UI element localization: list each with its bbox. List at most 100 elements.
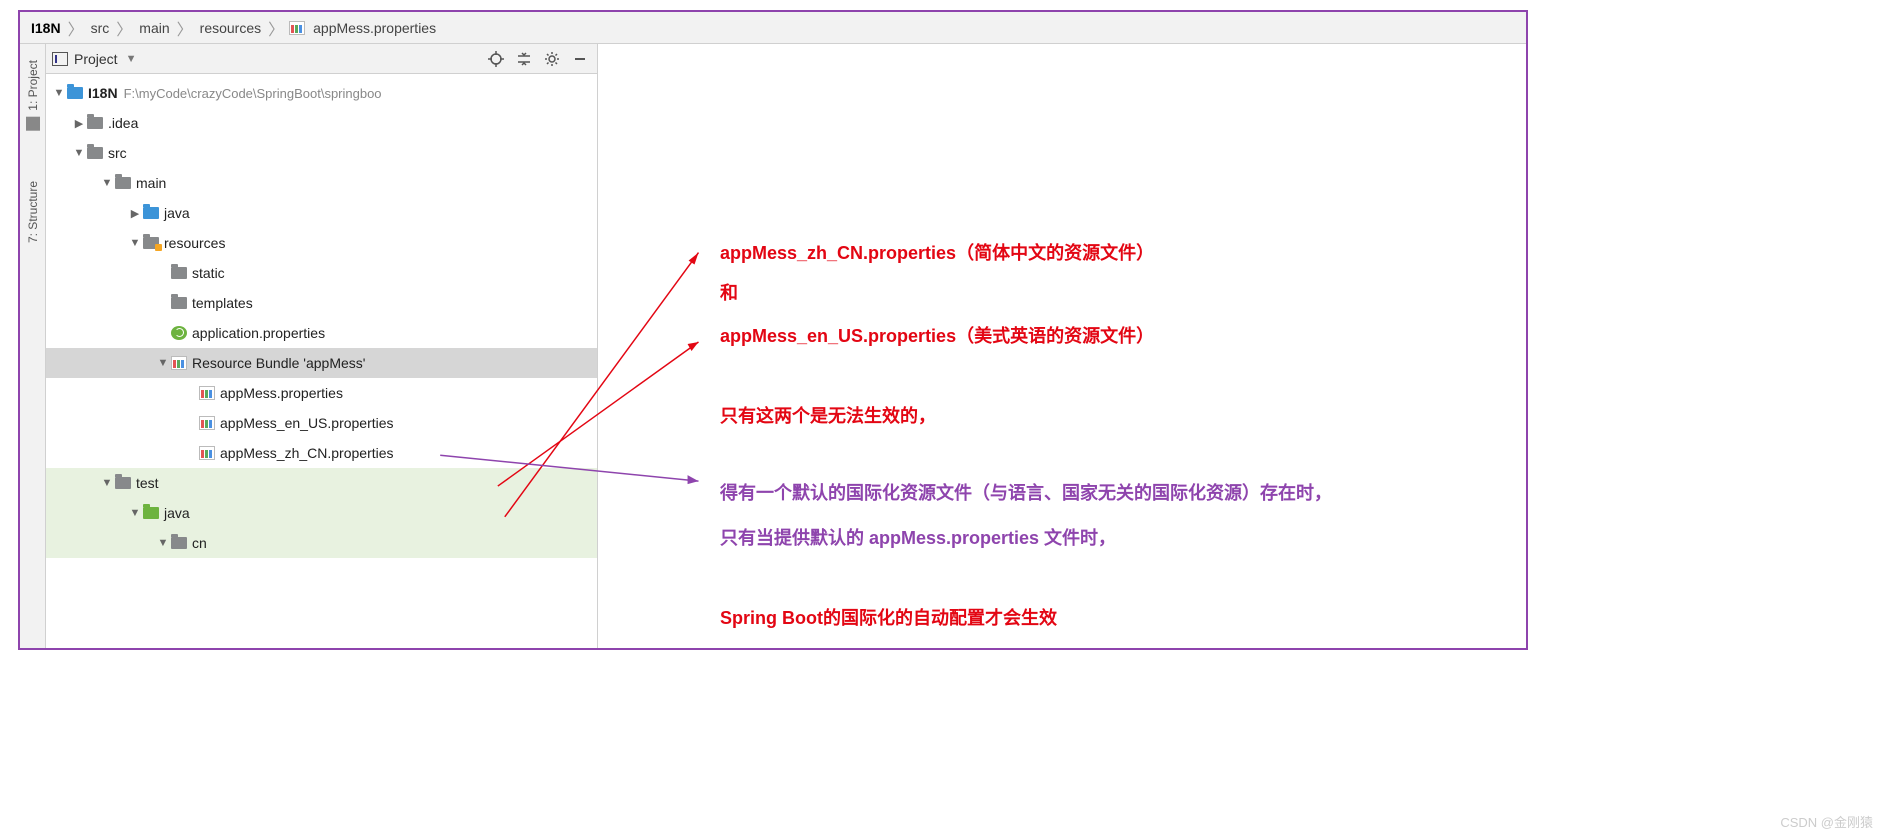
source-folder-icon: [142, 205, 160, 221]
chevron-down-icon[interactable]: [156, 537, 170, 549]
tree-node-resources[interactable]: resources: [46, 228, 597, 258]
annotation-zh-cn: appMess_zh_CN.properties（简体中文的资源文件）: [720, 239, 1154, 265]
tree-node-appmess-en-us[interactable]: appMess_en_US.properties: [46, 408, 597, 438]
collapse-icon: [516, 51, 532, 67]
project-view-icon: [52, 52, 68, 66]
project-tab-icon: [26, 117, 40, 131]
chevron-down-icon[interactable]: [128, 507, 142, 519]
chevron-down-icon[interactable]: [156, 357, 170, 369]
annotation-need-default: 得有一个默认的国际化资源文件（与语言、国家无关的国际化资源）存在时，: [720, 479, 1332, 505]
folder-icon: [86, 115, 104, 131]
annotation-not-effective: 只有这两个是无法生效的，: [720, 402, 936, 428]
tree-node-idea[interactable]: .idea: [46, 108, 597, 138]
tree-node-test-java[interactable]: java: [46, 498, 597, 528]
tree-node-application-properties[interactable]: application.properties: [46, 318, 597, 348]
tree-node-label: I18N: [88, 85, 118, 101]
tree-node-static[interactable]: static: [46, 258, 597, 288]
folder-icon: [114, 475, 132, 491]
side-tab-project-label: 1: Project: [26, 60, 40, 111]
project-tree[interactable]: I18N F:\myCode\crazyCode\SpringBoot\spri…: [46, 74, 597, 562]
properties-file-icon: [198, 445, 216, 461]
tree-node-label: test: [136, 475, 159, 491]
annotation-en-us: appMess_en_US.properties（美式英语的资源文件）: [720, 322, 1154, 348]
annotation-springboot-effective: Spring Boot的国际化的自动配置才会生效: [720, 604, 1057, 630]
locate-button[interactable]: [485, 48, 507, 70]
side-tab-structure-label: 7: Structure: [26, 181, 40, 243]
chevron-right-icon[interactable]: [72, 117, 86, 130]
tree-node-label: appMess_zh_CN.properties: [220, 445, 394, 461]
breadcrumb-src[interactable]: src: [88, 20, 113, 36]
spring-config-icon: [170, 325, 188, 341]
minimize-icon: [572, 51, 588, 67]
tree-node-src[interactable]: src: [46, 138, 597, 168]
tree-node-label: resources: [164, 235, 225, 251]
chevron-right-icon[interactable]: [128, 207, 142, 220]
watermark-text: CSDN @金刚猿: [1780, 812, 1873, 831]
breadcrumb-main[interactable]: main: [136, 20, 172, 36]
properties-file-icon: [198, 385, 216, 401]
folder-icon: [170, 535, 188, 551]
tree-node-java[interactable]: java: [46, 198, 597, 228]
chevron-down-icon[interactable]: [72, 147, 86, 159]
side-tab-structure[interactable]: 7: Structure: [26, 171, 40, 253]
tree-node-resource-bundle[interactable]: Resource Bundle 'appMess': [46, 348, 597, 378]
side-tab-bar: 1: Project 7: Structure: [20, 44, 46, 648]
collapse-all-button[interactable]: [513, 48, 535, 70]
annotation-text-block: appMess_zh_CN.properties（简体中文的资源文件） 和 ap…: [600, 44, 1520, 648]
tree-node-appmess-zh-cn[interactable]: appMess_zh_CN.properties: [46, 438, 597, 468]
side-tab-project[interactable]: 1: Project: [26, 50, 40, 141]
panel-title[interactable]: Project: [74, 51, 118, 67]
breadcrumb-root[interactable]: I18N: [28, 20, 64, 36]
tree-node-label: java: [164, 505, 190, 521]
project-tool-window: Project ▼ I: [46, 44, 598, 648]
test-source-folder-icon: [142, 505, 160, 521]
tree-node-main[interactable]: main: [46, 168, 597, 198]
breadcrumb-resources[interactable]: resources: [197, 20, 264, 36]
breadcrumb-separator: 〉: [177, 16, 193, 40]
tree-node-label: appMess_en_US.properties: [220, 415, 394, 431]
settings-button[interactable]: [541, 48, 563, 70]
tree-node-test[interactable]: test: [46, 468, 597, 498]
annotation-only-when: 只有当提供默认的 appMess.properties 文件时，: [720, 524, 1116, 550]
tree-node-cn[interactable]: cn: [46, 528, 597, 558]
chevron-down-icon[interactable]: [52, 87, 66, 99]
breadcrumb-separator: 〉: [68, 16, 84, 40]
breadcrumb-bar: I18N 〉 src 〉 main 〉 resources 〉 appMess.…: [20, 12, 1526, 44]
properties-file-icon: [198, 415, 216, 431]
breadcrumb-separator: 〉: [116, 16, 132, 40]
chevron-down-icon[interactable]: [100, 177, 114, 189]
target-icon: [488, 51, 504, 67]
hide-button[interactable]: [569, 48, 591, 70]
properties-file-icon: [288, 20, 306, 36]
tree-node-label: Resource Bundle 'appMess': [192, 355, 365, 371]
folder-icon: [86, 145, 104, 161]
folder-icon: [170, 295, 188, 311]
tree-node-label: application.properties: [192, 325, 325, 341]
chevron-down-icon[interactable]: [128, 237, 142, 249]
tree-node-label: cn: [192, 535, 207, 551]
folder-icon: [170, 265, 188, 281]
tree-node-label: static: [192, 265, 225, 281]
chevron-down-icon[interactable]: ▼: [126, 53, 137, 65]
folder-icon: [114, 175, 132, 191]
tree-node-path: F:\myCode\crazyCode\SpringBoot\springboo: [124, 86, 382, 101]
tree-node-label: .idea: [108, 115, 138, 131]
project-folder-icon: [66, 85, 84, 101]
chevron-down-icon[interactable]: [100, 477, 114, 489]
annotation-and: 和: [720, 279, 738, 305]
resource-bundle-icon: [170, 355, 188, 371]
gear-icon: [544, 51, 560, 67]
tree-node-label: main: [136, 175, 166, 191]
tree-node-label: appMess.properties: [220, 385, 343, 401]
resources-folder-icon: [142, 235, 160, 251]
tree-node-label: java: [164, 205, 190, 221]
tree-node-label: src: [108, 145, 127, 161]
breadcrumb-file[interactable]: appMess.properties: [310, 20, 439, 36]
tree-node-templates[interactable]: templates: [46, 288, 597, 318]
tree-node-root[interactable]: I18N F:\myCode\crazyCode\SpringBoot\spri…: [46, 78, 597, 108]
tree-node-appmess-default[interactable]: appMess.properties: [46, 378, 597, 408]
project-panel-header: Project ▼: [46, 44, 597, 74]
breadcrumb-separator: 〉: [268, 16, 284, 40]
ide-window: I18N 〉 src 〉 main 〉 resources 〉 appMess.…: [18, 10, 1528, 650]
tree-node-label: templates: [192, 295, 253, 311]
